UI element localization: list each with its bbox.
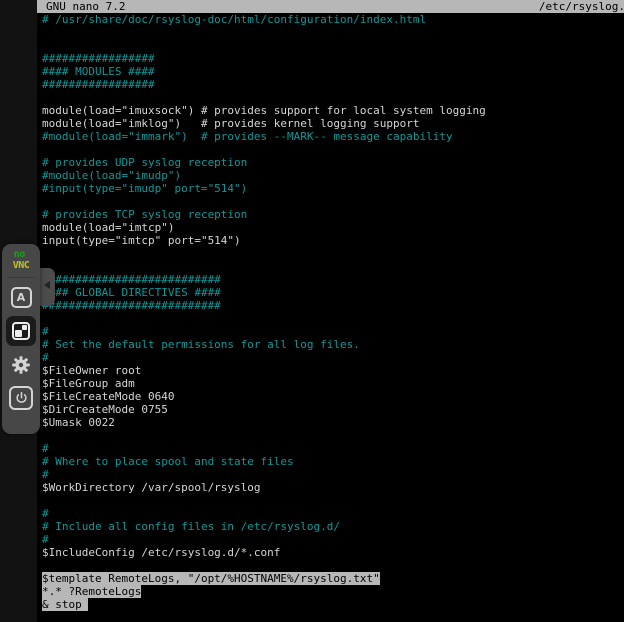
editor-line: module(load="imtcp") (37, 221, 624, 234)
power-button[interactable] (8, 385, 34, 411)
editor-line: module(load="imklog") # provides kernel … (37, 117, 624, 130)
editor-line: # provides TCP syslog reception (37, 208, 624, 221)
editor-line: #### GLOBAL DIRECTIVES #### (37, 286, 624, 299)
fullscreen-icon (12, 322, 30, 340)
editor-line: # (37, 442, 624, 455)
editor-line: ########################### (37, 299, 624, 312)
editor-line: #input(type="imudp" port="514") (37, 182, 624, 195)
editor-line: $DirCreateMode 0755 (37, 403, 624, 416)
editor-line (37, 494, 624, 507)
editor-content[interactable]: # /usr/share/doc/rsyslog-doc/html/config… (37, 13, 624, 611)
editor-line: #### MODULES #### (37, 65, 624, 78)
control-bar-handle[interactable] (40, 268, 55, 306)
editor-line: $Umask 0022 (37, 416, 624, 429)
editor-line: # (37, 468, 624, 481)
editor-line: ################# (37, 52, 624, 65)
text-cursor (82, 598, 89, 611)
editor-line: #module(load="immark") # provides --MARK… (37, 130, 624, 143)
nano-titlebar: GNU nano 7.2 /etc/rsyslog. (37, 0, 624, 13)
novnc-control-bar: no VNC A (2, 244, 40, 434)
nano-version-label: GNU nano 7.2 (46, 0, 125, 13)
extra-keys-button[interactable]: A (9, 285, 33, 309)
editor-line (37, 143, 624, 156)
editor-line: $FileCreateMode 0640 (37, 390, 624, 403)
editor-line (37, 312, 624, 325)
editor-line: # (37, 507, 624, 520)
vnc-screen: GNU nano 7.2 /etc/rsyslog. # /usr/share/… (0, 0, 624, 622)
editor-line: ########################### (37, 273, 624, 286)
collapse-arrow-icon (44, 281, 50, 289)
editor-line (37, 260, 624, 273)
power-button-frame (9, 386, 33, 410)
editor-line (37, 247, 624, 260)
editor-line: & stop (37, 598, 624, 611)
editor-line: # (37, 533, 624, 546)
editor-line: $IncludeConfig /etc/rsyslog.d/*.conf (37, 546, 624, 559)
editor-line: # Set the default permissions for all lo… (37, 338, 624, 351)
editor-line (37, 26, 624, 39)
nano-filename-label: /etc/rsyslog. (539, 0, 624, 13)
editor-line: *.* ?RemoteLogs (37, 585, 624, 598)
settings-button[interactable] (9, 353, 33, 377)
panel-divider (7, 277, 35, 278)
editor-line: $template RemoteLogs, "/opt/%HOSTNAME%/r… (37, 572, 624, 585)
extra-keys-icon: A (11, 287, 32, 308)
editor-line: # Where to place spool and state files (37, 455, 624, 468)
power-icon (14, 391, 29, 406)
editor-line: input(type="imtcp" port="514") (37, 234, 624, 247)
editor-line (37, 195, 624, 208)
editor-line: ################# (37, 78, 624, 91)
editor-line: $FileOwner root (37, 364, 624, 377)
novnc-logo: no VNC (13, 249, 30, 271)
editor-line: # (37, 325, 624, 338)
editor-line (37, 39, 624, 52)
terminal-window[interactable]: GNU nano 7.2 /etc/rsyslog. # /usr/share/… (37, 0, 624, 622)
editor-line (37, 559, 624, 572)
editor-line: # provides UDP syslog reception (37, 156, 624, 169)
editor-line: module(load="imuxsock") # provides suppo… (37, 104, 624, 117)
novnc-logo-top: no (14, 249, 30, 260)
editor-line: $FileGroup adm (37, 377, 624, 390)
gear-icon (10, 354, 32, 376)
editor-line: # Include all config files in /etc/rsysl… (37, 520, 624, 533)
editor-line (37, 429, 624, 442)
editor-line: # /usr/share/doc/rsyslog-doc/html/config… (37, 13, 624, 26)
novnc-logo-bottom: VNC (13, 260, 30, 271)
editor-line: $WorkDirectory /var/spool/rsyslog (37, 481, 624, 494)
editor-line: # (37, 351, 624, 364)
editor-line: #module(load="imudp") (37, 169, 624, 182)
fullscreen-button[interactable] (6, 316, 36, 346)
editor-line (37, 91, 624, 104)
